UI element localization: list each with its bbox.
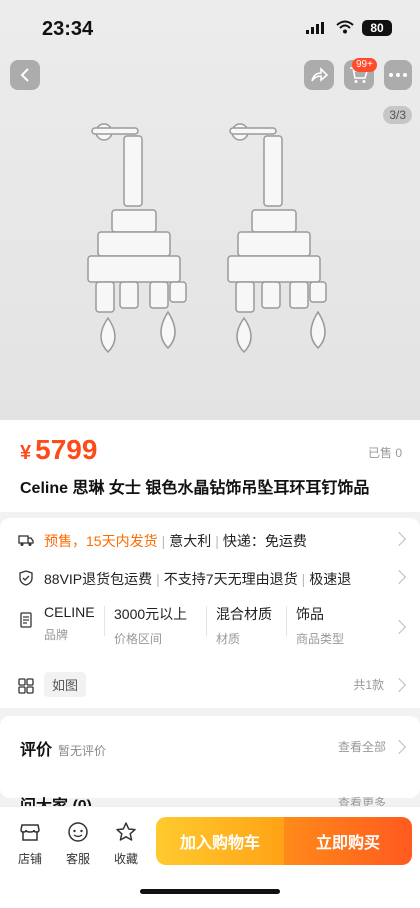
buy-now-button[interactable]: 立即购买 <box>284 817 412 865</box>
service-label: 客服 <box>65 852 90 866</box>
attr-material: 混合材质 材质 <box>216 604 272 647</box>
attr-key: 价格区间 <box>114 632 163 646</box>
reviews-subtitle: 暂无评价 <box>58 744 107 758</box>
service-row[interactable]: 88VIP退货包运费 | 不支持7天无理由退货 | 极速退 <box>0 560 420 596</box>
cart-badge: 99+ <box>352 58 377 72</box>
attr-type: 饰品 商品类型 <box>296 604 344 647</box>
attr-key: 材质 <box>216 632 241 646</box>
origin-text: 意大利 <box>169 533 212 549</box>
truck-icon <box>18 535 34 546</box>
chevron-left-icon <box>20 68 29 82</box>
reviews-view-all[interactable]: 查看全部 <box>338 738 386 755</box>
shop-icon <box>20 824 40 841</box>
favorite-button[interactable]: 收藏 <box>106 821 146 867</box>
attr-key: 商品类型 <box>296 632 345 646</box>
presale-text: 预售，15天内发货 <box>44 533 158 549</box>
chevron-right-icon <box>391 569 407 585</box>
status-bar: 23:34 80 <box>0 0 420 56</box>
add-to-cart-button[interactable]: 加入购物车 <box>156 817 284 865</box>
wifi-icon <box>336 20 354 34</box>
status-time: 23:34 <box>42 18 94 40</box>
chevron-right-icon <box>391 739 407 755</box>
shop-label: 店铺 <box>17 852 42 866</box>
more-button[interactable] <box>384 60 412 90</box>
attr-brand: CELINE 品牌 <box>44 604 95 643</box>
more-icon <box>389 73 407 77</box>
product-image-area[interactable]: 23:34 80 99+ 3/3 <box>0 0 420 420</box>
share-button[interactable] <box>304 60 334 90</box>
attr-value: 混合材质 <box>216 606 272 622</box>
home-indicator <box>140 889 280 894</box>
reviews-card: 评价暂无评价 查看全部 问大家 (0) 查看更多 <box>0 716 420 815</box>
share-icon <box>311 67 328 82</box>
shipping-row[interactable]: 预售，15天内发货 | 意大利 | 快递：免运费 <box>0 522 420 558</box>
chat-icon <box>68 822 88 842</box>
details-card: 预售，15天内发货 | 意大利 | 快递：免运费 88VIP退货包运费 | 不支持7天无理由… <box>0 518 420 708</box>
bottom-action-bar: 店铺 客服 收藏 加入购物车 立即购买 <box>0 806 420 908</box>
variant-count: 共1款 <box>353 678 384 692</box>
chevron-right-icon <box>391 531 407 547</box>
price-symbol: ¥ <box>20 442 32 464</box>
express-text: 快递：免运费 <box>222 533 307 549</box>
favorite-label: 收藏 <box>113 852 138 866</box>
service-item: 88VIP退货包运费 <box>44 571 153 587</box>
product-title: Celine 思琳 女士 银色水晶钻饰吊坠耳环耳钉饰品 <box>20 480 370 497</box>
variant-row[interactable]: 如图 共1款 <box>0 668 420 704</box>
chevron-right-icon <box>391 619 407 635</box>
price: ¥5799 <box>20 434 97 466</box>
grid-icon <box>18 678 34 694</box>
price-value: 5799 <box>35 434 98 465</box>
attr-key: 品牌 <box>44 628 69 642</box>
service-item: 不支持7天无理由退货 <box>163 571 298 587</box>
back-button[interactable] <box>10 60 40 90</box>
reviews-header[interactable]: 评价 暂无评价 <box>20 736 106 760</box>
service-button[interactable]: 客服 <box>58 821 98 867</box>
document-icon <box>20 612 32 628</box>
attr-value: 3000元以上 <box>114 606 188 622</box>
variant-tag[interactable]: 如图 <box>44 672 87 697</box>
chevron-right-icon <box>391 677 407 693</box>
image-pager: 3/3 <box>383 106 412 124</box>
product-info: ¥5799 已售 0 Celine 思琳 女士 银色水晶钻饰吊坠耳环耳钉饰品 <box>0 420 420 512</box>
shop-button[interactable]: 店铺 <box>10 821 50 867</box>
attr-price-range: 3000元以上 价格区间 <box>114 604 187 647</box>
battery-indicator: 80 <box>362 20 392 36</box>
service-item: 极速退 <box>309 571 352 587</box>
sold-count: 已售 0 <box>367 446 402 460</box>
shield-check-icon <box>19 570 33 586</box>
attributes-row[interactable]: CELINE 品牌 3000元以上 价格区间 混合材质 材质 饰品 商品类型 <box>0 604 420 654</box>
reviews-title: 评价 <box>20 742 53 759</box>
attr-value: 饰品 <box>296 606 324 622</box>
signal-icon <box>306 22 324 34</box>
star-icon <box>116 822 136 841</box>
attr-value: CELINE <box>44 604 95 620</box>
